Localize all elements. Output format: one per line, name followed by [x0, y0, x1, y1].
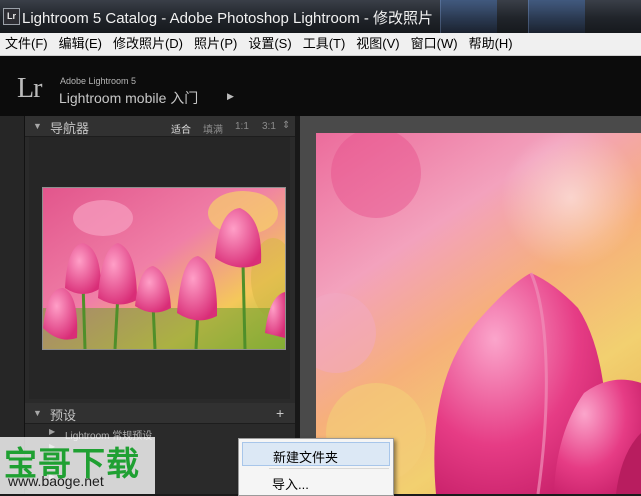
tulip-thumbnail-image [43, 188, 285, 349]
panel-collapse-triangle-icon[interactable]: ▼ [33, 121, 42, 131]
identity-plate-subtitle: Adobe Lightroom 5 [60, 76, 137, 86]
menu-bar: 文件(F) 编辑(E) 修改照片(D) 照片(P) 设置(S) 工具(T) 视图… [0, 33, 641, 56]
context-menu: 新建文件夹 导入... [238, 438, 394, 496]
title-bar-glass-reflection [528, 0, 585, 33]
lightroom-logo: Lr [17, 73, 42, 104]
navigator-header[interactable]: ▼ 导航器 适合 填满 1:1 3:1 ⇕ [25, 116, 295, 137]
menu-file[interactable]: 文件(F) [0, 33, 54, 55]
identity-plate: Lr Adobe Lightroom 5 Lightroom mobile 入门… [0, 56, 641, 116]
context-menu-new-folder[interactable]: 新建文件夹 [242, 442, 390, 466]
context-menu-label: 导入... [272, 477, 309, 492]
menu-photo[interactable]: 照片(P) [189, 33, 243, 55]
menu-edit[interactable]: 编辑(E) [54, 33, 108, 55]
watermark-url: www.baoge.net [8, 473, 104, 489]
context-menu-label: 新建文件夹 [273, 450, 339, 465]
title-bar-glass-reflection [440, 0, 497, 33]
menu-help[interactable]: 帮助(H) [464, 33, 519, 55]
navigator-preview-area[interactable] [29, 137, 290, 399]
lightroom-app-icon[interactable]: Lr [3, 8, 20, 25]
zoom-spinner-icon[interactable]: ⇕ [282, 120, 290, 131]
menu-window[interactable]: 窗口(W) [406, 33, 464, 55]
menu-settings[interactable]: 设置(S) [243, 33, 297, 55]
navigator-title: 导航器 [50, 121, 90, 136]
zoom-1-1[interactable]: 1:1 [235, 121, 249, 132]
menu-view[interactable]: 视图(V) [351, 33, 405, 55]
window-title: Lightroom 5 Catalog - Adobe Photoshop Li… [22, 10, 434, 27]
menu-tools[interactable]: 工具(T) [298, 33, 352, 55]
identity-plate-title[interactable]: Lightroom mobile 入门 [59, 88, 198, 108]
folder-expand-triangle-icon[interactable]: ▶ [49, 427, 55, 436]
panel-collapse-triangle-icon[interactable]: ▼ [33, 408, 42, 418]
zoom-3-1[interactable]: 3:1 [262, 121, 276, 132]
submenu-arrow-icon[interactable]: ▶ [227, 91, 234, 102]
context-menu-separator [269, 468, 389, 469]
context-menu-import[interactable]: 导入... [242, 470, 390, 494]
zoom-fill[interactable]: 填满 [203, 121, 223, 136]
window-title-bar: Lr Lightroom 5 Catalog - Adobe Photoshop… [0, 0, 641, 33]
presets-title: 预设 [50, 408, 77, 423]
presets-header[interactable]: ▼ 预设 + [25, 403, 295, 424]
zoom-fit[interactable]: 适合 [171, 121, 191, 136]
menu-develop[interactable]: 修改照片(D) [108, 33, 189, 55]
navigator-thumbnail[interactable] [42, 187, 286, 350]
add-icon[interactable]: + [276, 405, 284, 421]
